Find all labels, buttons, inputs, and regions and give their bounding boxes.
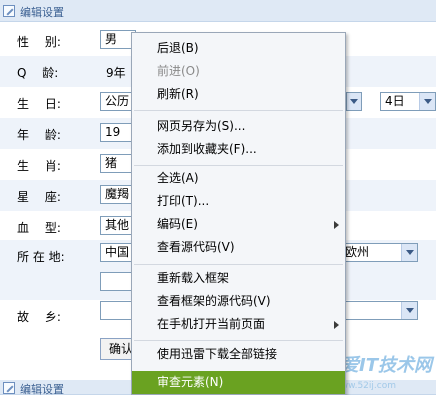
menu-item-label: 添加到收藏夹(F)... — [157, 142, 257, 156]
edit-icon — [3, 5, 15, 17]
blood-type-label: 血 型: — [17, 221, 61, 235]
context-menu: 后退(B) 前进(O) 刷新(R) 网页另存为(S)... 添加到收藏夹(F).… — [131, 32, 346, 395]
birthday-day-select[interactable]: 4日 — [380, 92, 436, 111]
menu-item-label: 重新载入框架 — [157, 271, 230, 285]
age-label: 年 龄: — [17, 128, 61, 142]
menu-item-select-all[interactable]: 全选(A) — [132, 167, 345, 190]
qage-label: Q 龄: — [17, 66, 59, 80]
location-label: 所 在 地: — [17, 250, 65, 264]
menu-separator — [134, 110, 343, 111]
qage-value: 9年 — [106, 66, 126, 80]
menu-separator — [134, 165, 343, 166]
menu-item-view-frame-source[interactable]: 查看框架的源代码(V) — [132, 290, 345, 313]
hometown-city-select[interactable] — [340, 301, 418, 320]
menu-item-add-favorite[interactable]: 添加到收藏夹(F)... — [132, 138, 345, 161]
menu-item-label: 编码(E) — [157, 217, 198, 231]
gender-label: 性 别: — [17, 35, 61, 49]
menu-item-label: 审查元素(N) — [157, 375, 224, 389]
menu-item-encoding[interactable]: 编码(E) — [132, 213, 345, 236]
submenu-arrow-icon — [334, 221, 339, 229]
menu-item-label: 全选(A) — [157, 171, 199, 185]
edit-icon — [3, 382, 15, 394]
chevron-down-icon — [401, 302, 417, 319]
menu-item-save-as[interactable]: 网页另存为(S)... — [132, 115, 345, 138]
hometown-label: 故 乡: — [17, 310, 61, 324]
chevron-down-icon — [347, 93, 361, 110]
location-city-select[interactable]: 欧州 — [340, 243, 418, 262]
menu-item-inspect-element[interactable]: 审查元素(N) — [132, 371, 345, 394]
zodiac-label: 生 肖: — [17, 159, 61, 173]
menu-item-label: 刷新(R) — [157, 87, 199, 101]
constellation-label: 星 座: — [17, 190, 61, 204]
menu-item-label: 查看源代码(V) — [157, 240, 235, 254]
menu-item-label: 使用迅雷下载全部链接 — [157, 347, 278, 361]
menu-item-label: 后退(B) — [157, 41, 199, 55]
menu-item-thunder-download[interactable]: 使用迅雷下载全部链接 — [132, 343, 345, 366]
menu-item-view-source[interactable]: 查看源代码(V) — [132, 236, 345, 259]
section-title-top: 编辑设置 — [20, 6, 64, 19]
menu-item-reload-frame[interactable]: 重新载入框架 — [132, 267, 345, 290]
profile-edit-page: 编辑设置 性 别: 男 Q 龄: 9年 生 日: 公历 4日 年 龄: 19 生… — [0, 0, 436, 395]
chevron-down-icon — [401, 244, 417, 261]
menu-item-label: 前进(O) — [157, 64, 200, 78]
birthday-month-select[interactable] — [346, 92, 362, 111]
birthday-label: 生 日: — [17, 97, 61, 111]
location-city-value: 欧州 — [345, 245, 370, 259]
menu-item-back[interactable]: 后退(B) — [132, 37, 345, 60]
menu-item-print[interactable]: 打印(T)... — [132, 190, 345, 213]
menu-item-open-on-phone[interactable]: 在手机打开当前页面 — [132, 313, 345, 336]
submenu-arrow-icon — [334, 321, 339, 329]
menu-item-label: 在手机打开当前页面 — [157, 317, 266, 331]
chevron-down-icon — [419, 93, 435, 110]
menu-item-label: 网页另存为(S)... — [157, 119, 246, 133]
menu-separator — [134, 264, 343, 265]
menu-item-forward: 前进(O) — [132, 60, 345, 83]
section-title-bottom: 编辑设置 — [20, 383, 64, 395]
birthday-day-value: 4日 — [385, 94, 405, 108]
menu-item-label: 查看框架的源代码(V) — [157, 294, 271, 308]
menu-separator — [134, 340, 343, 341]
menu-item-refresh[interactable]: 刷新(R) — [132, 83, 345, 106]
menu-item-label: 打印(T)... — [157, 194, 210, 208]
section-header-top: 编辑设置 — [0, 0, 436, 22]
